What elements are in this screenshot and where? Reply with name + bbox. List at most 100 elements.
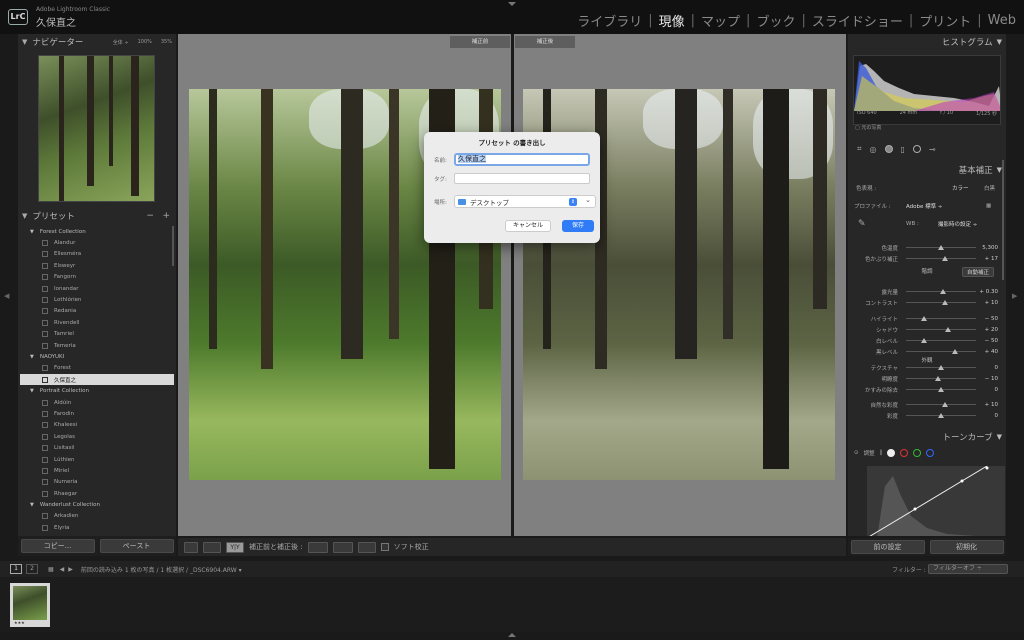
slider-track[interactable]	[906, 413, 976, 418]
blue-channel-icon[interactable]	[926, 449, 935, 457]
preset-item[interactable]: Miriel	[20, 465, 174, 476]
preset-item[interactable]: Lothlórien	[20, 294, 174, 305]
slider-value[interactable]: − 50	[985, 338, 998, 344]
location-select[interactable]: デスクトップ ⇕ ⌄	[454, 195, 596, 208]
slider-knob[interactable]	[938, 245, 944, 250]
preset-folder[interactable]: ▼ Wanderlust Collection	[20, 499, 174, 510]
preset-folder[interactable]: ▼ Portrait Collection	[20, 385, 174, 396]
slider-track[interactable]	[906, 327, 976, 332]
module-6[interactable]: Web	[988, 13, 1016, 28]
preset-item[interactable]: Legolas	[20, 431, 174, 442]
preset-item[interactable]: Elsweyr	[20, 260, 174, 271]
left-panel-toggle-icon[interactable]: ◀	[4, 292, 9, 300]
soft-proof-checkbox[interactable]	[380, 543, 389, 551]
slider-knob[interactable]	[940, 289, 947, 294]
module-1[interactable]: 現像	[659, 11, 685, 30]
slider-track[interactable]	[906, 376, 976, 381]
preset-item[interactable]: Aldúin	[20, 397, 174, 408]
slider-track[interactable]	[906, 256, 976, 261]
preset-name-input[interactable]: 久保直之	[454, 153, 590, 166]
grid-icon[interactable]: ▦	[48, 566, 54, 573]
slider-track[interactable]	[906, 245, 976, 250]
module-5[interactable]: プリント	[919, 11, 971, 30]
preset-item[interactable]: Rivendell	[20, 317, 174, 328]
treatment-bw[interactable]: 白黒	[984, 184, 995, 192]
preset-item[interactable]: Rhaegar	[20, 488, 174, 499]
module-2[interactable]: マップ	[701, 11, 740, 30]
slider-knob[interactable]	[938, 413, 944, 418]
slider-knob[interactable]	[920, 338, 927, 343]
slider-knob[interactable]	[934, 376, 941, 381]
preset-item[interactable]: Ellesméra	[20, 249, 174, 260]
original-photo-toggle[interactable]: ▢ 元の写真	[855, 124, 881, 131]
source-info[interactable]: 前回の読み込み 1 枚の写真 / 1 枚選択 / _DSC6904.ARW ▾	[81, 565, 242, 574]
slider-value[interactable]: + 20	[985, 327, 998, 333]
save-button[interactable]: 保存	[562, 220, 594, 232]
before-after-view-button[interactable]	[203, 541, 221, 553]
slider-value[interactable]: − 10	[985, 376, 998, 382]
slider-knob[interactable]	[945, 327, 951, 332]
module-4[interactable]: スライドショー	[812, 11, 903, 30]
split-view-button[interactable]: Y|Y	[226, 541, 244, 553]
profile-select[interactable]: Adobe 標準 ÷	[906, 202, 943, 210]
slider-knob[interactable]	[938, 365, 944, 370]
slider-knob[interactable]	[941, 300, 948, 305]
slider-knob[interactable]	[952, 349, 958, 354]
slider-track[interactable]	[906, 300, 976, 305]
preset-item[interactable]: Farodin	[20, 408, 174, 419]
preset-item[interactable]: Lisitasil	[20, 442, 174, 453]
radial-filter-icon[interactable]	[912, 145, 921, 153]
slider-value[interactable]: + 10	[985, 402, 998, 408]
tone-curve-graph[interactable]	[867, 466, 1005, 536]
slider-value[interactable]: − 50	[985, 316, 998, 322]
red-channel-icon[interactable]	[900, 449, 909, 457]
add-preset-button[interactable]: +	[162, 211, 170, 221]
tag-input[interactable]	[454, 173, 590, 184]
right-panel-toggle-icon[interactable]: ▶	[1012, 292, 1017, 300]
bottom-panel-toggle-icon[interactable]	[508, 633, 516, 637]
tone-curve-header[interactable]: トーンカーブ ▼	[848, 429, 1006, 445]
back-arrow-icon[interactable]: ◀	[60, 566, 65, 573]
preset-scrollbar[interactable]	[172, 226, 174, 266]
zoom-fit[interactable]: 全体 ÷	[113, 39, 129, 46]
profile-browser-icon[interactable]: ▦	[986, 203, 991, 209]
slider-knob[interactable]	[920, 316, 927, 321]
slider-value[interactable]: 0	[995, 387, 999, 393]
slider-track[interactable]	[906, 402, 976, 407]
wb-select[interactable]: 撮影時の設定 ÷	[938, 220, 977, 228]
slider-track[interactable]	[906, 387, 976, 392]
slider-track[interactable]	[906, 289, 976, 294]
green-channel-icon[interactable]	[913, 449, 922, 457]
slider-knob[interactable]	[941, 402, 948, 407]
preset-item[interactable]: Numeria	[20, 477, 174, 488]
preset-item[interactable]: Temeria	[20, 340, 174, 351]
rgb-channel-icon[interactable]	[887, 449, 896, 457]
basic-header[interactable]: 基本補正 ▼	[848, 162, 1006, 178]
preset-item[interactable]: Elyria	[20, 522, 174, 533]
reset-button[interactable]: 初期化	[929, 540, 1004, 554]
slider-knob[interactable]	[938, 387, 944, 392]
right-scrollbar[interactable]	[1002, 160, 1004, 280]
preset-item[interactable]: Alandur	[20, 237, 174, 248]
preset-item[interactable]: Forest	[20, 363, 174, 374]
target-adjust-icon[interactable]: ⊙	[854, 450, 859, 456]
copy-button[interactable]: コピー...	[20, 539, 95, 553]
treatment-color[interactable]: カラー	[952, 184, 969, 192]
slider-value[interactable]: + 0.30	[979, 289, 998, 295]
histogram-header[interactable]: ヒストグラム ▼	[848, 34, 1006, 50]
swap-before-after-button[interactable]	[357, 541, 376, 553]
preset-item[interactable]: Ionandar	[20, 283, 174, 294]
presets-header[interactable]: ▼ プリセット − +	[18, 208, 176, 224]
parametric-curve-icon[interactable]: ∥	[880, 450, 883, 456]
identity-plate[interactable]: 久保直之	[36, 14, 76, 29]
paste-button[interactable]: ペースト	[99, 539, 174, 553]
slider-value[interactable]: 0	[995, 365, 999, 371]
auto-button[interactable]: 自動補正	[962, 267, 995, 277]
preset-item[interactable]: 久保直之	[20, 374, 174, 386]
slider-track[interactable]	[906, 349, 976, 354]
slider-value[interactable]: + 40	[985, 349, 998, 355]
slider-value[interactable]: 0	[995, 413, 999, 419]
slider-track[interactable]	[906, 338, 976, 343]
crop-icon[interactable]: ⌗	[857, 144, 862, 154]
slider-track[interactable]	[906, 316, 976, 321]
